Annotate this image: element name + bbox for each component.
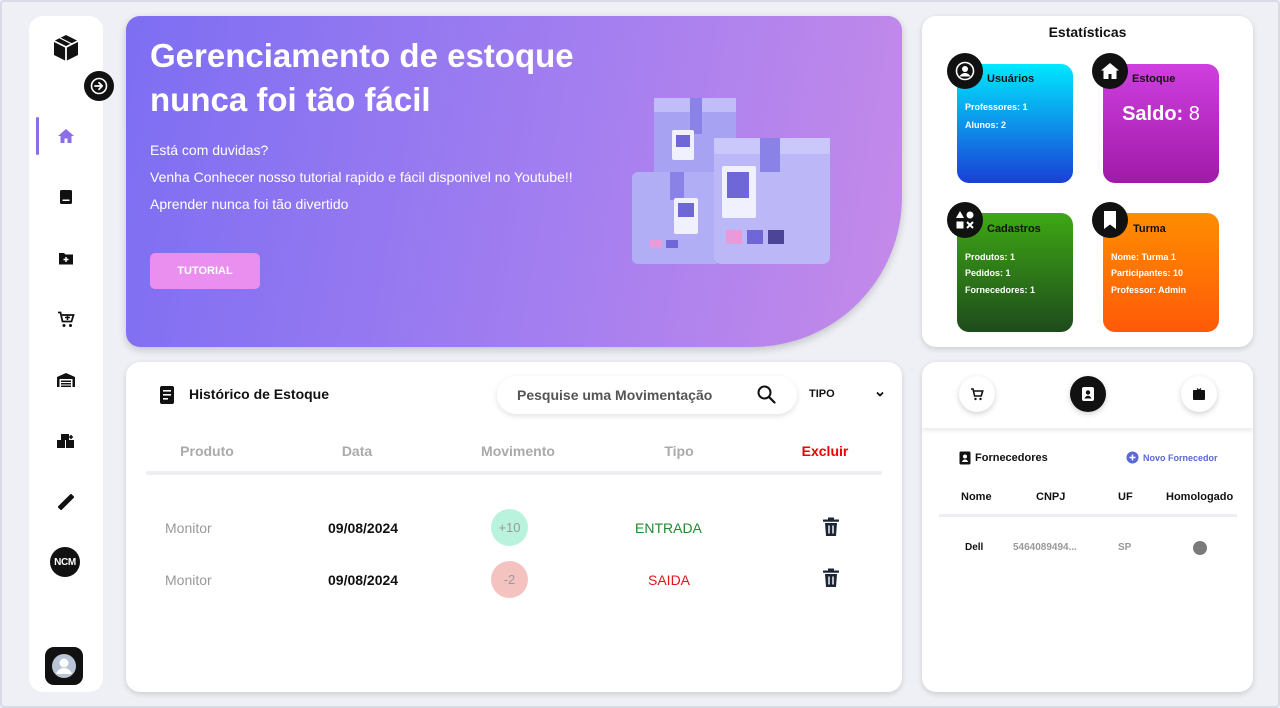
sidebar-item-folder-add[interactable] <box>29 238 103 278</box>
registrations-card-line: Fornecedores: 1 <box>965 285 1036 295</box>
suppliers-tab-bar <box>922 362 1253 428</box>
type-cell: SAIDA <box>648 572 691 588</box>
statistics-panel: Estatísticas Usuários Professores: 1 Alu… <box>922 16 1253 347</box>
shapes-icon <box>956 211 974 229</box>
hero-line: Está com duvidas? <box>150 142 269 158</box>
search-placeholder: Pesquise uma Movimentação <box>517 387 713 403</box>
stock-history-panel: Histórico de Estoque Pesquise uma Movime… <box>126 362 902 692</box>
stock-balance-label: Saldo: <box>1122 103 1184 125</box>
book-icon <box>60 190 72 204</box>
sidebar-item-book[interactable] <box>29 177 103 217</box>
registrations-card-title: Cadastros <box>987 223 1041 235</box>
user-avatar-icon <box>52 654 76 678</box>
home-icon <box>58 129 74 143</box>
table-divider <box>939 514 1237 517</box>
movement-search-input[interactable]: Pesquise uma Movimentação <box>497 376 797 414</box>
date-cell: 09/08/2024 <box>328 520 399 536</box>
suppliers-title: Fornecedores <box>975 452 1048 464</box>
users-card-title: Usuários <box>987 73 1035 85</box>
sidebar-item-boxes[interactable] <box>29 421 103 461</box>
column-header-homologado: Homologado <box>1166 491 1234 503</box>
cube-logo-icon <box>53 35 79 61</box>
column-header-tipo: Tipo <box>664 443 694 459</box>
stock-balance: Saldo: 8 <box>1103 103 1219 126</box>
gift-box-icon <box>1193 388 1205 400</box>
sidebar-item-ruler[interactable] <box>29 482 103 522</box>
house-icon <box>1101 63 1119 79</box>
new-supplier-button[interactable]: Novo Fornecedor <box>1126 451 1218 464</box>
search-icon[interactable] <box>757 385 776 404</box>
column-header-movimento: Movimento <box>481 443 555 459</box>
user-avatar[interactable] <box>45 647 83 685</box>
homologated-status-indicator <box>1193 541 1207 555</box>
product-cell: Monitor <box>165 520 212 536</box>
hero-title: Gerenciamento de estoque nunca foi tão f… <box>150 37 574 118</box>
supplier-card-icon <box>959 451 971 465</box>
tab-products[interactable] <box>1181 376 1217 412</box>
boxes-icon <box>57 434 74 448</box>
movement-badge: -2 <box>491 561 528 598</box>
plus-circle-icon <box>1126 451 1139 464</box>
hero-line: Venha Conhecer nosso tutorial rapido e f… <box>150 169 573 185</box>
document-icon <box>160 386 174 404</box>
sidebar-item-home[interactable] <box>29 116 103 156</box>
column-header-nome: Nome <box>961 491 992 503</box>
collapse-sidebar-button[interactable] <box>84 71 114 101</box>
class-badge <box>1092 202 1128 238</box>
users-card-line: Alunos: 2 <box>965 120 1007 130</box>
stock-card-title: Estoque <box>1132 73 1176 85</box>
tab-suppliers[interactable] <box>1070 376 1106 412</box>
supplier-cnpj-cell: 5464089494... <box>1013 542 1077 553</box>
cart-add-icon <box>58 311 75 327</box>
supplier-uf-cell: SP <box>1118 542 1132 553</box>
column-header-excluir: Excluir <box>801 443 849 459</box>
type-cell: ENTRADA <box>635 520 702 536</box>
arrow-right-icon <box>90 77 108 95</box>
user-circle-icon <box>955 61 975 81</box>
stock-badge <box>1092 53 1128 89</box>
tab-orders[interactable] <box>959 376 995 412</box>
contact-card-icon <box>1082 387 1094 401</box>
column-header-uf: UF <box>1118 491 1133 503</box>
folder-add-icon <box>59 253 73 265</box>
sidebar-item-cart-add[interactable] <box>29 299 103 339</box>
boxes-illustration <box>632 98 830 264</box>
warehouse-icon <box>57 373 75 387</box>
ncm-button[interactable]: NCM <box>50 547 80 577</box>
sidebar-item-warehouse[interactable] <box>29 360 103 400</box>
class-card-line: Professor: Admin <box>1111 285 1187 295</box>
supplier-name-cell: Dell <box>965 542 984 553</box>
history-title: Histórico de Estoque <box>189 386 330 402</box>
users-card-line: Professores: 1 <box>965 102 1028 112</box>
product-cell: Monitor <box>165 572 212 588</box>
type-filter-select[interactable]: TIPO <box>809 388 835 400</box>
registrations-badge <box>947 202 983 238</box>
trash-icon[interactable] <box>822 517 840 537</box>
sidebar: NCM <box>29 16 114 692</box>
class-card-line: Participantes: 10 <box>1111 268 1184 278</box>
column-header-cnpj: CNPJ <box>1036 491 1066 503</box>
stock-balance-value: 8 <box>1188 103 1200 125</box>
ruler-icon <box>58 494 74 510</box>
class-card-title: Turma <box>1133 223 1166 235</box>
trash-icon[interactable] <box>822 568 840 588</box>
hero-line: Aprender nunca foi tão divertido <box>150 196 349 212</box>
tutorial-button[interactable]: TUTORIAL <box>150 253 260 289</box>
table-divider <box>146 471 882 475</box>
column-header-produto: Produto <box>180 443 234 459</box>
hero-banner: Gerenciamento de estoque nunca foi tão f… <box>126 16 902 347</box>
class-card-line: Nome: Turma 1 <box>1111 252 1176 262</box>
chevron-down-icon[interactable] <box>875 389 885 399</box>
column-header-data: Data <box>341 443 373 459</box>
suppliers-panel: Fornecedores Novo Fornecedor Nome CNPJ U… <box>922 362 1253 692</box>
users-badge <box>947 53 983 89</box>
date-cell: 09/08/2024 <box>328 572 399 588</box>
cart-icon <box>971 387 984 400</box>
registrations-card-line: Pedidos: 1 <box>965 268 1011 278</box>
bookmark-icon <box>1104 211 1116 229</box>
movement-badge: +10 <box>491 509 528 546</box>
new-supplier-label: Novo Fornecedor <box>1143 452 1218 463</box>
statistics-title: Estatísticas <box>1048 24 1127 40</box>
registrations-card-line: Produtos: 1 <box>965 252 1016 262</box>
